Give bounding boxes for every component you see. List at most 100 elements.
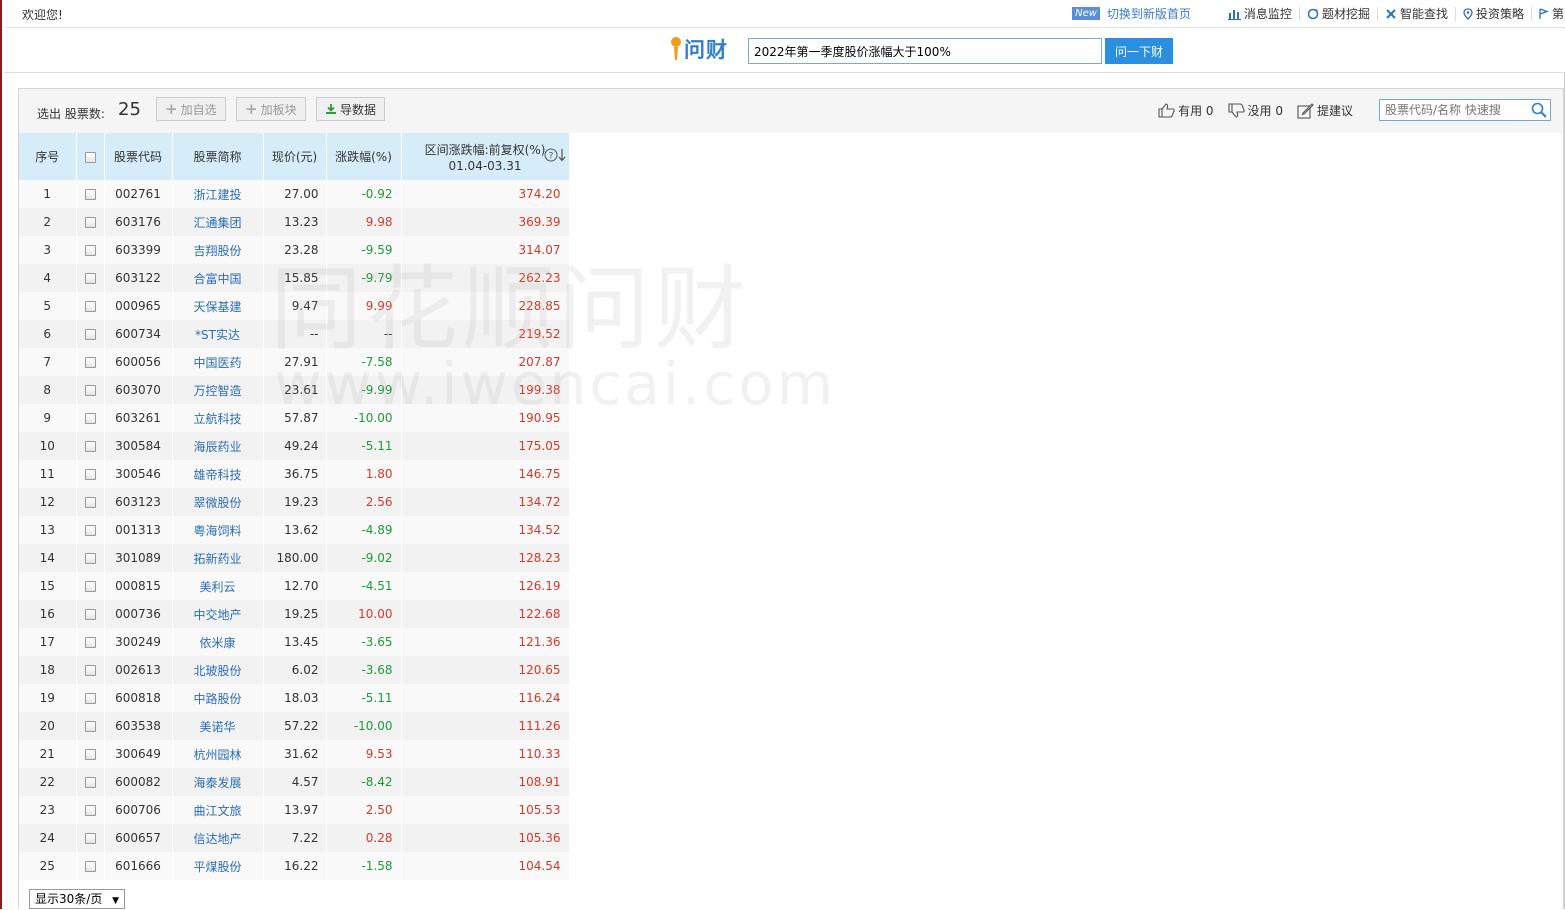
stock-name-link[interactable]: 立航科技 [172, 404, 264, 432]
row-checkbox[interactable] [84, 693, 96, 704]
stock-name-link[interactable]: 美诺华 [172, 712, 264, 740]
row-select[interactable] [76, 320, 105, 348]
row-select[interactable] [76, 740, 105, 768]
stock-name-link[interactable]: 海泰发展 [172, 768, 264, 796]
search-input[interactable] [748, 38, 1102, 64]
stock-name-link[interactable]: 汇通集团 [172, 208, 264, 236]
stock-name-link[interactable]: 翠微股份 [172, 488, 264, 516]
stock-name-link[interactable]: 平煤股份 [172, 852, 264, 880]
row-select[interactable] [76, 264, 105, 292]
row-select[interactable] [76, 348, 105, 376]
table-row[interactable]: 25 601666 平煤股份 16.22 -1.58 104.54 [19, 852, 570, 880]
table-row[interactable]: 14 301089 拓新药业 180.00 -9.02 128.23 [19, 544, 570, 572]
switch-new-version-link[interactable]: 切换到新版首页 [1107, 5, 1191, 22]
row-select[interactable] [76, 208, 105, 236]
row-select[interactable] [76, 404, 105, 432]
row-select[interactable] [76, 628, 105, 656]
toplink-more[interactable]: 第 [1532, 7, 1565, 21]
row-select[interactable] [76, 656, 105, 684]
table-row[interactable]: 23 600706 曲江文旅 13.97 2.50 105.53 [19, 796, 570, 824]
row-select[interactable] [76, 768, 105, 796]
table-row[interactable]: 13 001313 粤海饲料 13.62 -4.89 134.52 [19, 516, 570, 544]
row-checkbox[interactable] [84, 833, 96, 844]
toplink-smart-search[interactable]: 智能查找 [1378, 6, 1456, 21]
add-watchlist-button[interactable]: + 加自选 [156, 97, 226, 121]
row-select[interactable] [76, 376, 105, 404]
table-row[interactable]: 21 300649 杭州园林 31.62 9.53 110.33 [19, 740, 570, 768]
table-row[interactable]: 22 600082 海泰发展 4.57 -8.42 108.91 [19, 768, 570, 796]
stock-name-link[interactable]: 北玻股份 [172, 656, 264, 684]
useful-button[interactable]: 有用 0 [1158, 102, 1214, 119]
header-change[interactable]: 涨跌幅(%) [326, 133, 402, 180]
select-all-checkbox[interactable] [84, 151, 96, 163]
stock-name-link[interactable]: 合富中国 [172, 264, 264, 292]
stock-name-link[interactable]: 粤海饲料 [172, 516, 264, 544]
table-row[interactable]: 12 603123 翠微股份 19.23 2.56 134.72 [19, 488, 570, 516]
row-checkbox[interactable] [84, 329, 96, 340]
table-row[interactable]: 2 603176 汇通集团 13.23 9.98 369.39 [19, 208, 570, 236]
table-row[interactable]: 18 002613 北玻股份 6.02 -3.68 120.65 [19, 656, 570, 684]
row-select[interactable] [76, 600, 105, 628]
row-select[interactable] [76, 712, 105, 740]
stock-name-link[interactable]: 中交地产 [172, 600, 264, 628]
table-row[interactable]: 1 002761 浙江建投 27.00 -0.92 374.20 [19, 180, 570, 208]
export-data-button[interactable]: 导数据 [316, 97, 386, 121]
wencai-logo[interactable]: 问财 [668, 34, 728, 64]
row-checkbox[interactable] [84, 413, 96, 424]
stock-name-link[interactable]: 曲江文旅 [172, 796, 264, 824]
header-select-all[interactable] [76, 133, 105, 180]
stock-name-link[interactable]: 杭州园林 [172, 740, 264, 768]
row-select[interactable] [76, 544, 105, 572]
row-checkbox[interactable] [84, 245, 96, 256]
table-row[interactable]: 20 603538 美诺华 57.22 -10.00 111.26 [19, 712, 570, 740]
table-row[interactable]: 17 300249 依米康 13.45 -3.65 121.36 [19, 628, 570, 656]
useless-button[interactable]: 没用 0 [1227, 102, 1283, 119]
page-size-select[interactable]: 显示30条/页 ▼ [29, 889, 126, 909]
stock-name-link[interactable]: 浙江建投 [172, 180, 264, 208]
row-checkbox[interactable] [84, 469, 96, 480]
table-row[interactable]: 15 000815 美利云 12.70 -4.51 126.19 [19, 572, 570, 600]
stock-name-link[interactable]: 依米康 [172, 628, 264, 656]
row-select[interactable] [76, 488, 105, 516]
stock-name-link[interactable]: 中国医药 [172, 348, 264, 376]
row-select[interactable] [76, 796, 105, 824]
table-row[interactable]: 24 600657 信达地产 7.22 0.28 105.36 [19, 824, 570, 852]
quick-search-input[interactable] [1380, 100, 1524, 120]
search-icon[interactable] [1531, 102, 1547, 118]
row-checkbox[interactable] [84, 861, 96, 872]
row-checkbox[interactable] [84, 189, 96, 200]
header-code[interactable]: 股票代码 [104, 133, 173, 180]
header-range-change[interactable]: 区间涨跌幅:前复权(%) 01.04-03.31 ? [401, 133, 570, 180]
table-row[interactable]: 5 000965 天保基建 9.47 9.99 228.85 [19, 292, 570, 320]
row-select[interactable] [76, 852, 105, 880]
row-checkbox[interactable] [84, 777, 96, 788]
stock-name-link[interactable]: 中路股份 [172, 684, 264, 712]
row-checkbox[interactable] [84, 525, 96, 536]
row-checkbox[interactable] [84, 217, 96, 228]
row-checkbox[interactable] [84, 441, 96, 452]
row-checkbox[interactable] [84, 581, 96, 592]
stock-name-link[interactable]: *ST实达 [172, 320, 264, 348]
help-icon[interactable]: ? [544, 148, 558, 162]
row-checkbox[interactable] [84, 665, 96, 676]
row-select[interactable] [76, 460, 105, 488]
row-checkbox[interactable] [84, 721, 96, 732]
row-select[interactable] [76, 516, 105, 544]
row-checkbox[interactable] [84, 749, 96, 760]
suggest-button[interactable]: 提建议 [1297, 102, 1353, 119]
row-checkbox[interactable] [84, 385, 96, 396]
row-select[interactable] [76, 236, 105, 264]
row-select[interactable] [76, 684, 105, 712]
row-select[interactable] [76, 292, 105, 320]
add-block-button[interactable]: + 加板块 [236, 97, 306, 121]
row-checkbox[interactable] [84, 553, 96, 564]
row-checkbox[interactable] [84, 301, 96, 312]
stock-name-link[interactable]: 吉翔股份 [172, 236, 264, 264]
table-row[interactable]: 7 600056 中国医药 27.91 -7.58 207.87 [19, 348, 570, 376]
table-row[interactable]: 19 600818 中路股份 18.03 -5.11 116.24 [19, 684, 570, 712]
table-row[interactable]: 9 603261 立航科技 57.87 -10.00 190.95 [19, 404, 570, 432]
row-select[interactable] [76, 432, 105, 460]
table-row[interactable]: 3 603399 吉翔股份 23.28 -9.59 314.07 [19, 236, 570, 264]
row-select[interactable] [76, 824, 105, 852]
table-row[interactable]: 10 300584 海辰药业 49.24 -5.11 175.05 [19, 432, 570, 460]
